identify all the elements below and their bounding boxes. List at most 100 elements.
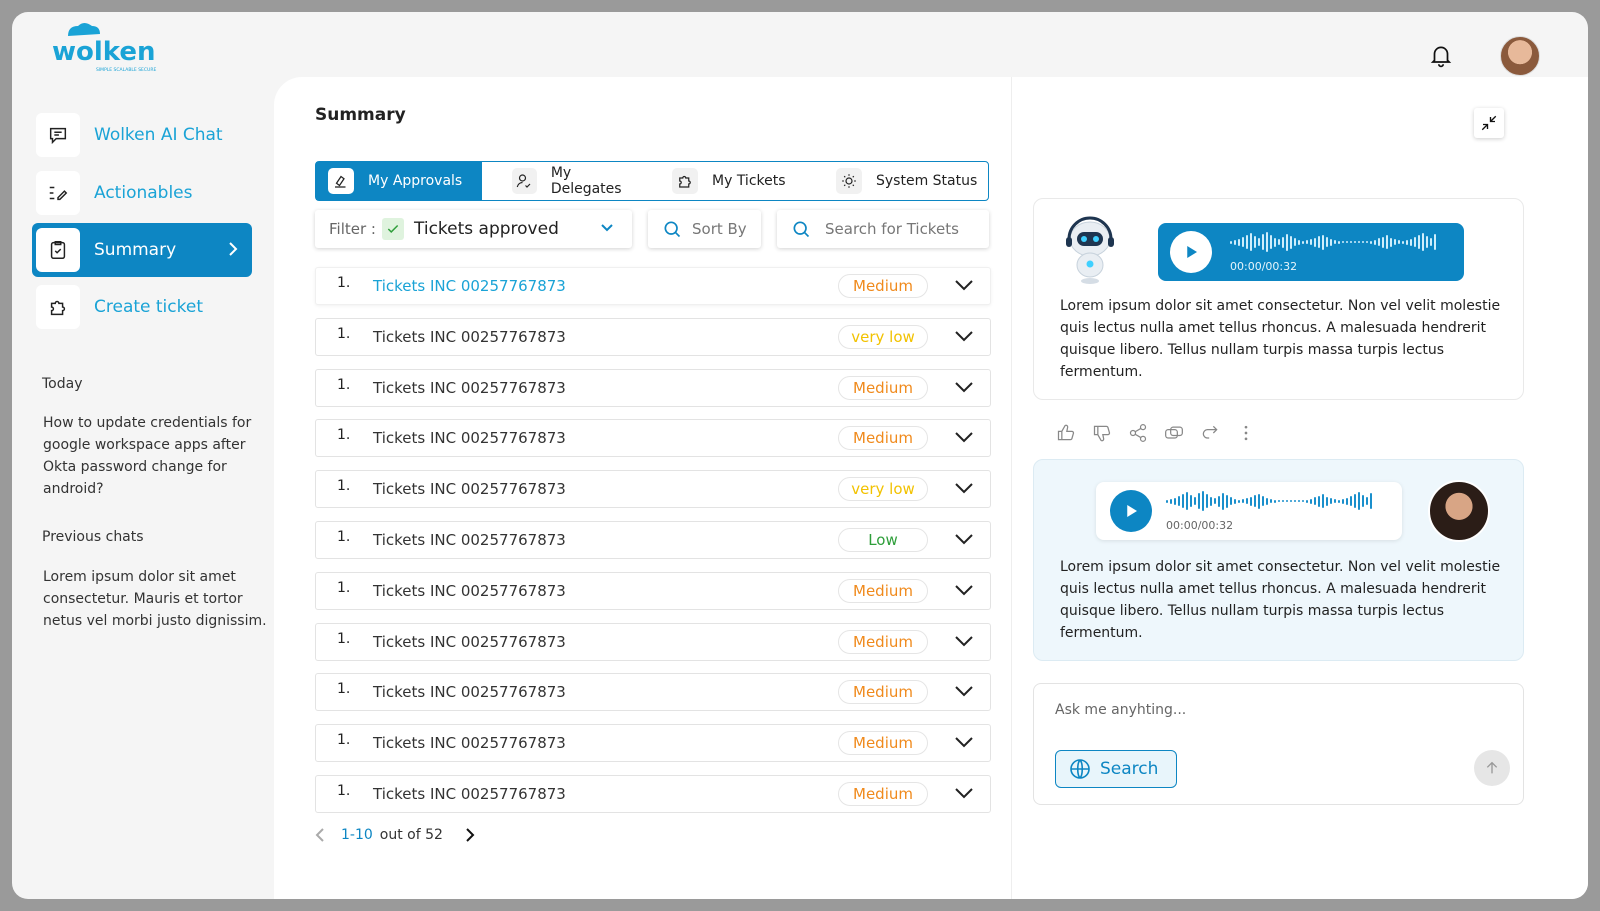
chevron-down-icon[interactable] [954, 431, 974, 443]
table-row[interactable]: 1. Tickets INC 00257767873 Medium [315, 267, 991, 305]
tab-label: System Status [876, 173, 978, 189]
chevron-right-icon[interactable] [465, 827, 475, 843]
tab-my-delegates[interactable]: My Delegates [482, 162, 652, 200]
bell-icon[interactable] [1428, 42, 1454, 68]
chevron-down-icon[interactable] [954, 635, 974, 647]
chevron-down-icon[interactable] [954, 533, 974, 545]
search-icon [664, 221, 681, 238]
row-number: 1. [337, 427, 351, 444]
puzzle-icon [36, 285, 80, 329]
tab-system-status[interactable]: System Status [812, 162, 988, 200]
thumbs-up-icon[interactable] [1055, 422, 1077, 444]
send-button[interactable] [1474, 750, 1510, 786]
logo-tagline: SIMPLE SCALABLE SECURE [96, 67, 156, 73]
sidebar-item-create-ticket[interactable]: Create ticket [32, 280, 252, 334]
thumbs-down-icon[interactable] [1091, 422, 1113, 444]
sort-by-button[interactable]: Sort By [648, 210, 761, 248]
sort-by-label: Sort By [692, 220, 747, 238]
sidebar-item-summary[interactable]: Summary [32, 223, 252, 277]
search-button-label: Search [1100, 759, 1159, 779]
chevron-down-icon[interactable] [954, 685, 974, 697]
table-row[interactable]: 1. Tickets INC 00257767873 Medium [315, 571, 991, 610]
ticket-title[interactable]: Tickets INC 00257767873 [373, 785, 566, 803]
ticket-title[interactable]: Tickets INC 00257767873 [373, 633, 566, 651]
ticket-title[interactable]: Tickets INC 00257767873 [373, 734, 566, 752]
row-number: 1. [337, 325, 351, 342]
copy-icon[interactable] [1163, 422, 1185, 444]
chevron-down-icon[interactable] [954, 330, 974, 342]
check-icon [381, 218, 404, 240]
chevron-down-icon[interactable] [954, 736, 974, 748]
ticket-title[interactable]: Tickets INC 00257767873 [373, 480, 566, 498]
redo-icon[interactable] [1199, 422, 1221, 444]
search-tickets-input[interactable]: Search for Tickets [777, 210, 989, 248]
more-icon[interactable] [1235, 422, 1257, 444]
table-row[interactable]: 1. Tickets INC 00257767873 very low [315, 470, 991, 509]
table-row[interactable]: 1. Tickets INC 00257767873 Medium [315, 724, 991, 763]
table-row[interactable]: 1. Tickets INC 00257767873 Medium [315, 419, 991, 458]
filter-value: Tickets approved [413, 219, 559, 239]
user-avatar[interactable] [1500, 36, 1540, 76]
ticket-title[interactable]: Tickets INC 00257767873 [373, 531, 566, 549]
wolken-logo[interactable]: wolken SIMPLE SCALABLE SECURE [46, 20, 166, 76]
play-button[interactable] [1110, 490, 1152, 532]
chevron-left-icon[interactable] [315, 827, 325, 843]
chevron-down-icon[interactable] [954, 381, 974, 393]
chevron-down-icon[interactable] [954, 279, 974, 291]
table-row[interactable]: 1. Tickets INC 00257767873 Medium [315, 622, 991, 661]
bot-audio-player[interactable]: 00:00/00:32 [1158, 223, 1464, 281]
chat-icon [36, 113, 80, 157]
ticket-title[interactable]: Tickets INC 00257767873 [373, 683, 566, 701]
user-avatar [1428, 480, 1490, 542]
filter-dropdown[interactable]: Filter : Tickets approved [315, 210, 632, 248]
previous-chats-heading: Previous chats [42, 529, 144, 545]
svg-text:wolken: wolken [52, 37, 156, 67]
priority-badge: Medium [838, 274, 928, 298]
sidebar-item-label: Summary [94, 240, 177, 260]
approval-icon [328, 168, 354, 194]
tab-label: My Delegates [550, 165, 622, 197]
app-window: wolken SIMPLE SCALABLE SECURE Wolken AI … [12, 12, 1588, 899]
ticket-title[interactable]: Tickets INC 00257767873 [373, 379, 566, 397]
audio-waveform [1166, 490, 1372, 512]
web-search-button[interactable]: Search [1055, 750, 1177, 788]
priority-badge: Medium [838, 578, 928, 603]
ticket-title[interactable]: Tickets INC 00257767873 [373, 582, 566, 600]
table-row[interactable]: 1. Tickets INC 00257767873 Medium [315, 673, 991, 712]
priority-badge: Medium [838, 375, 928, 400]
sidebar-item-label: Create ticket [94, 297, 203, 317]
table-row[interactable]: 1. Tickets INC 00257767873 very low [315, 317, 991, 356]
sun-icon [836, 168, 862, 194]
chat-input-box[interactable]: Ask me anyhting... Search [1033, 683, 1524, 805]
ticket-title[interactable]: Tickets INC 00257767873 [373, 328, 566, 346]
row-number: 1. [337, 376, 351, 393]
sidebar-item-actionables[interactable]: Actionables [32, 166, 252, 220]
collapse-button[interactable] [1474, 108, 1504, 138]
today-chat-item[interactable]: How to update credentials for google wor… [43, 412, 273, 500]
chevron-down-icon[interactable] [954, 584, 974, 596]
chevron-down-icon[interactable] [954, 482, 974, 494]
play-icon [1127, 505, 1137, 517]
globe-icon [1070, 759, 1090, 779]
today-heading: Today [42, 376, 83, 392]
table-row[interactable]: 1. Tickets INC 00257767873 Medium [315, 368, 991, 407]
priority-badge: Medium [838, 731, 928, 756]
play-button[interactable] [1170, 231, 1212, 273]
ticket-title[interactable]: Tickets INC 00257767873 [373, 277, 566, 295]
search-icon [793, 221, 810, 238]
table-row[interactable]: 1. Tickets INC 00257767873 Low [315, 521, 991, 559]
table-row[interactable]: 1. Tickets INC 00257767873 Medium [315, 775, 991, 813]
tab-my-approvals[interactable]: My Approvals [316, 162, 482, 200]
ticket-title[interactable]: Tickets INC 00257767873 [373, 429, 566, 447]
priority-badge: Medium [838, 782, 928, 806]
audio-time: 00:00/00:32 [1166, 519, 1234, 532]
panel-divider [1011, 77, 1012, 899]
page-total: out of 52 [379, 827, 443, 843]
bot-message-card: 00:00/00:32 Lorem ipsum dolor sit amet c… [1033, 198, 1524, 400]
sidebar-item-wolken-ai-chat[interactable]: Wolken AI Chat [32, 108, 252, 162]
previous-chat-item[interactable]: Lorem ipsum dolor sit amet consectetur. … [43, 566, 273, 632]
chevron-down-icon[interactable] [954, 787, 974, 799]
user-audio-player[interactable]: 00:00/00:32 [1096, 482, 1402, 540]
share-icon[interactable] [1127, 422, 1149, 444]
tab-my-tickets[interactable]: My Tickets [652, 162, 812, 200]
